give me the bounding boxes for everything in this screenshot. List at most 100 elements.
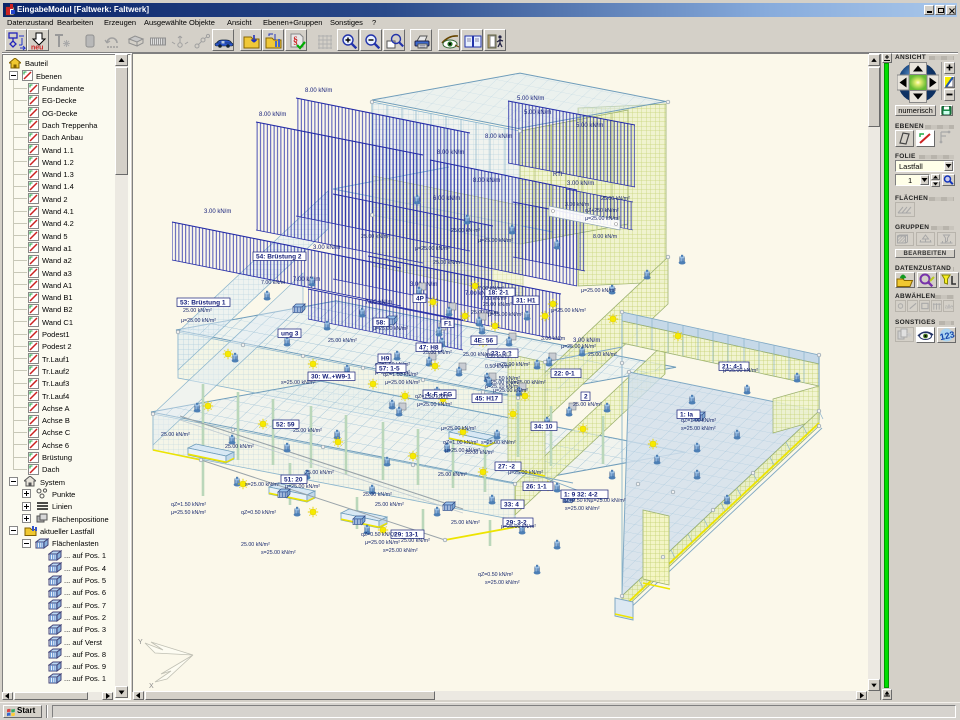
svg-text:5.00 kN/m: 5.00 kN/m	[576, 123, 603, 129]
svg-text:µ=25.00 kN/m²: µ=25.00 kN/m²	[181, 318, 216, 324]
svg-text:25.00 kN/m²: 25.00 kN/m²	[573, 402, 602, 408]
svg-text:s=25.00 kN/m²: s=25.00 kN/m²	[261, 550, 296, 556]
svg-text:22: 0-1: 22: 0-1	[554, 371, 575, 378]
svg-text:7.00 kN/m: 7.00 kN/m	[261, 280, 286, 286]
svg-text:qZ+250 kN/m²: qZ+250 kN/m²	[585, 208, 619, 214]
svg-text:25.00 kN/m²: 25.00 kN/m²	[225, 444, 254, 450]
svg-text:s=25.00 kN/m²: s=25.00 kN/m²	[281, 380, 316, 386]
svg-text:µ=25.00 kN/m²: µ=25.00 kN/m²	[488, 312, 523, 318]
svg-text:0.50 kN/m²: 0.50 kN/m²	[485, 364, 511, 370]
svg-text:7.00 kN/m: 7.00 kN/m	[365, 300, 392, 306]
svg-text:µ=25.00 kN/m²: µ=25.00 kN/m²	[415, 246, 450, 252]
svg-text:µ=25.00 kN/m²: µ=25.00 kN/m²	[561, 344, 596, 350]
svg-text:25.00 kN/m²: 25.00 kN/m²	[328, 338, 357, 344]
svg-text:s=25.00 kN/m²: s=25.00 kN/m²	[481, 440, 516, 446]
svg-text:µ=25.00 kN/m²: µ=25.00 kN/m²	[585, 216, 620, 222]
svg-text:µ=25.00 kN/m²: µ=25.00 kN/m²	[365, 540, 400, 546]
svg-text:qZ=0.50 kN/m²: qZ=0.50 kN/m²	[241, 510, 276, 516]
svg-text:25.00 kN/m²: 25.00 kN/m²	[361, 234, 390, 240]
svg-text:ung 3: ung 3	[281, 331, 299, 338]
svg-text:Y: Y	[138, 639, 143, 646]
svg-text:qZ=0.50 kN/Q²: qZ=0.50 kN/Q²	[361, 532, 396, 538]
svg-text:5.00 kN/m: 5.00 kN/m	[517, 96, 544, 102]
svg-text:qZ=0.50 kNµ=25.00 kN/m²: qZ=0.50 kNµ=25.00 kN/m²	[563, 498, 626, 504]
svg-text:52: 59: 52: 59	[276, 422, 295, 429]
svg-text:qZ=0.50 kN/m²: qZ=0.50 kN/m²	[478, 572, 513, 578]
svg-text:3.00 kN/m: 3.00 kN/m	[204, 209, 231, 215]
svg-text:s=25.00 kN/m²: s=25.00 kN/m²	[565, 506, 600, 512]
svg-text:s=25.00 kN/m²: s=25.00 kN/m²	[485, 580, 520, 586]
svg-text:F1: F1	[444, 321, 452, 328]
svg-text:X: X	[149, 683, 154, 690]
svg-text:25.00 kN/m²: 25.00 kN/m²	[161, 432, 190, 438]
svg-text:µ=25.00 kN/m²: µ=25.00 kN/m²	[501, 524, 536, 530]
svg-text:8.00 kN/m: 8.00 kN/m	[593, 234, 618, 240]
svg-text:25.00 kN/m²: 25.00 kN/m²	[423, 350, 452, 356]
svg-text:qZ=1.50 kN/m²: qZ=1.50 kN/m²	[383, 372, 418, 378]
svg-text:3.00 kN/m: 3.00 kN/m	[313, 245, 340, 251]
svg-text:25.00 kN/m²: 25.00 kN/m²	[241, 542, 270, 548]
svg-text:µ=25.00 kN/m²: µ=25.00 kN/m²	[551, 308, 586, 314]
svg-text:8.00 kN/m: 8.00 kN/m	[259, 112, 286, 118]
svg-text:25.00 kN/m²: 25.00 kN/m²	[451, 520, 480, 526]
svg-text:25.00 kN/m²: 25.00 kN/m²	[375, 502, 404, 508]
svg-text:µ=25.00 kN/m²: µ=25.00 kN/m²	[373, 326, 408, 332]
svg-text:µ=25.00 kN/m²: µ=25.00 kN/m²	[445, 448, 480, 454]
svg-text:8.00 kN/m: 8.00 kN/m	[305, 88, 332, 94]
svg-text:s=25.00 kN/m²: s=25.00 kN/m²	[681, 426, 716, 432]
svg-text:33: 4: 33: 4	[504, 502, 519, 509]
svg-text:51: 20: 51: 20	[284, 477, 303, 484]
svg-text:µ=25.00 kN/m²: µ=25.00 kN/m²	[493, 388, 528, 394]
svg-text:µ=25.00 kN/m²: µ=25.00 kN/m²	[285, 484, 320, 490]
svg-text:26: 1-1: 26: 1-1	[526, 484, 547, 491]
svg-text:8.00 kN/m: 8.00 kN/m	[437, 150, 464, 156]
svg-text:25.00 kN/m²: 25.00 kN/m²	[588, 352, 617, 358]
svg-text:30: W..+W9-1: 30: W..+W9-1	[311, 374, 351, 381]
svg-text:25.00 kN/m²: 25.00 kN/m²	[433, 260, 462, 266]
svg-text:neu: neu	[31, 45, 43, 52]
svg-text:25.00 kN/m²: 25.00 kN/m²	[305, 470, 334, 476]
svg-text:qZ=1.00 kN/m²: qZ=1.00 kN/m²	[681, 418, 716, 424]
svg-text:8.00 kN/m: 8.00 kN/m	[473, 178, 500, 184]
svg-text:3.00 kN/m: 3.00 kN/m	[565, 202, 590, 208]
svg-text:2: 2	[584, 394, 588, 401]
svg-text:123: 123	[939, 329, 955, 342]
svg-text:qZ=1.50 kN/m²: qZ=1.50 kN/m²	[415, 394, 450, 400]
svg-text:s=25.00 kN/m²: s=25.00 kN/m²	[383, 548, 418, 554]
svg-text:25.00 kN/m²: 25.00 kN/m²	[401, 538, 430, 544]
svg-text:µ=25.00 kN/m²: µ=25.00 kN/m²	[508, 470, 543, 476]
svg-text:6.00 kN/m: 6.00 kN/m	[433, 196, 460, 202]
svg-text:25.00 kN/m²: 25.00 kN/m²	[293, 428, 322, 434]
svg-text:alle: alle	[945, 305, 953, 311]
svg-text:qZ=1.00 kN/m²: qZ=1.00 kN/m²	[443, 440, 478, 446]
svg-text:25.00 kN·m²: 25.00 kN·m²	[451, 228, 480, 234]
svg-text:5.00 kN/m: 5.00 kN/m	[524, 110, 551, 116]
svg-text:25.00 kN/m²: 25.00 kN/m²	[363, 492, 392, 498]
svg-text:4P: 4P	[416, 296, 425, 303]
svg-text:s=25.00 kN/m²: s=25.00 kN/m²	[245, 482, 280, 488]
svg-text:25.00 kN/m²: 25.00 kN/m²	[438, 472, 467, 478]
svg-text:µ=25.00 kN/m²: µ=25.00 kN/m²	[441, 426, 476, 432]
svg-text:25.00 kN/m²: 25.00 kN/m²	[483, 302, 512, 308]
svg-text:25.00 kN/m²: 25.00 kN/m²	[491, 380, 520, 386]
svg-text:µ=25.00 kN/m²: µ=25.00 kN/m²	[723, 368, 758, 374]
svg-text:31: H1: 31: H1	[516, 298, 536, 305]
svg-text:25.00 kN/m²: 25.00 kN/m²	[183, 308, 212, 314]
svg-text:7.00 kN/m²: 7.00 kN/m²	[478, 286, 504, 292]
svg-text:25.00 kN/m²: 25.00 kN/m²	[601, 196, 630, 202]
svg-text:7.00 kN/m: 7.00 kN/m	[293, 277, 320, 283]
svg-text:RTI: RTI	[553, 172, 563, 178]
svg-text:µ=25.50 kN/m²: µ=25.50 kN/m²	[171, 510, 206, 516]
svg-text:8.00 kN/m: 8.00 kN/m	[485, 134, 512, 140]
svg-text:µ=25.00 kN/m²: µ=25.00 kN/m²	[581, 288, 616, 294]
svg-text:53: Brüstung 1: 53: Brüstung 1	[180, 300, 226, 307]
svg-text:3.00 kN/m: 3.00 kN/m	[567, 181, 594, 187]
svg-text:µ=25.00 kN/m²: µ=25.00 kN/m²	[385, 380, 420, 386]
svg-text:µ=25.00 kN/m²: µ=25.00 kN/m²	[417, 402, 452, 408]
svg-text:45: H17: 45: H17	[475, 396, 499, 403]
svg-text:µ=25.00 kN/m²: µ=25.00 kN/m²	[478, 238, 513, 244]
svg-text:4E: 56: 4E: 56	[474, 338, 494, 345]
svg-text:qZ=1.50 kN/m²: qZ=1.50 kN/m²	[171, 502, 206, 508]
svg-text:54: Brüstung 2: 54: Brüstung 2	[256, 254, 302, 261]
svg-text:3.00 kN/m: 3.00 kN/m	[541, 336, 566, 342]
